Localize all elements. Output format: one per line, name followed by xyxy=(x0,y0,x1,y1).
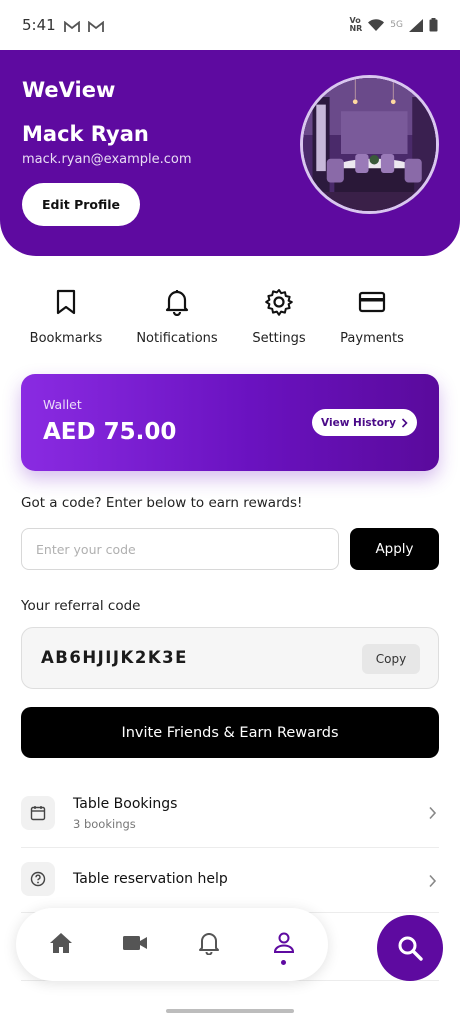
avatar[interactable] xyxy=(300,75,439,214)
bell-icon xyxy=(127,286,227,318)
referral-code-box: AB6HJIJK2K3E Copy xyxy=(21,627,439,689)
bottom-nav xyxy=(16,908,328,981)
volte-icon: Vo NR xyxy=(349,16,363,33)
view-history-button[interactable]: View History xyxy=(312,409,417,436)
battery-icon xyxy=(429,18,438,32)
quick-action-notifications[interactable]: Notifications xyxy=(127,286,227,346)
video-icon xyxy=(123,936,147,950)
divider xyxy=(21,847,439,848)
gear-icon xyxy=(229,286,329,318)
status-bar: 5:41 Vo NR 5G xyxy=(0,0,460,50)
edit-profile-button[interactable]: Edit Profile xyxy=(22,183,140,226)
chevron-right-icon xyxy=(428,873,437,892)
bell-icon xyxy=(199,933,219,955)
help-icon xyxy=(21,862,55,896)
nav-notifications[interactable] xyxy=(194,928,224,958)
quick-actions: Bookmarks Notifications Settings Payment… xyxy=(0,286,460,356)
quick-action-payments[interactable]: Payments xyxy=(322,286,422,346)
wallet-card: Wallet AED 75.00 View History xyxy=(21,374,439,471)
wifi-icon xyxy=(368,18,385,31)
status-right: Vo NR 5G xyxy=(349,17,438,33)
invite-friends-button[interactable]: Invite Friends & Earn Rewards xyxy=(21,707,439,758)
list-item-title: Table Bookings xyxy=(73,796,178,812)
copy-button[interactable]: Copy xyxy=(362,644,420,674)
nav-profile[interactable] xyxy=(269,928,299,958)
quick-action-label: Payments xyxy=(340,331,404,346)
quick-action-bookmarks[interactable]: Bookmarks xyxy=(16,286,116,346)
wallet-label: Wallet xyxy=(43,397,82,412)
card-icon xyxy=(322,286,422,318)
list-item-table-bookings[interactable]: Table Bookings 3 bookings xyxy=(21,790,439,840)
nav-video[interactable] xyxy=(120,928,150,958)
status-time: 5:41 xyxy=(22,16,56,34)
profile-icon xyxy=(273,932,295,953)
code-input[interactable] xyxy=(21,528,339,570)
wallet-balance: AED 75.00 xyxy=(43,419,177,445)
gmail-icon xyxy=(87,19,104,32)
chevron-right-icon xyxy=(401,417,408,428)
apply-button[interactable]: Apply xyxy=(350,528,439,570)
quick-action-label: Settings xyxy=(252,331,306,346)
home-indicator xyxy=(166,1009,294,1013)
search-button[interactable] xyxy=(377,915,443,981)
active-indicator xyxy=(281,960,286,965)
list-item-title: Table reservation help xyxy=(73,871,228,887)
quick-action-label: Bookmarks xyxy=(29,331,103,346)
list-item-subtitle: 3 bookings xyxy=(73,817,136,831)
signal-icon xyxy=(409,18,423,32)
network-label: 5G xyxy=(390,20,403,30)
user-email: mack.ryan@example.com xyxy=(22,152,192,167)
home-icon xyxy=(50,933,72,953)
status-left: 5:41 xyxy=(22,16,104,34)
nav-home[interactable] xyxy=(46,928,76,958)
search-icon xyxy=(398,936,423,961)
quick-action-settings[interactable]: Settings xyxy=(229,286,329,346)
bookmark-icon xyxy=(16,286,116,318)
view-history-label: View History xyxy=(321,416,396,429)
list-item-reservation-help[interactable]: Table reservation help xyxy=(21,862,439,898)
gmail-icon xyxy=(63,19,80,32)
user-name: Mack Ryan xyxy=(22,122,149,146)
chevron-right-icon xyxy=(428,805,437,824)
profile-header: WeView Mack Ryan mack.ryan@example.com E… xyxy=(0,50,460,256)
quick-action-label: Notifications xyxy=(136,331,218,346)
referral-code: AB6HJIJK2K3E xyxy=(41,648,188,667)
calendar-icon xyxy=(21,796,55,830)
referral-label: Your referral code xyxy=(21,598,141,614)
code-prompt: Got a code? Enter below to earn rewards! xyxy=(21,495,303,511)
brand-name: WeView xyxy=(22,78,116,102)
